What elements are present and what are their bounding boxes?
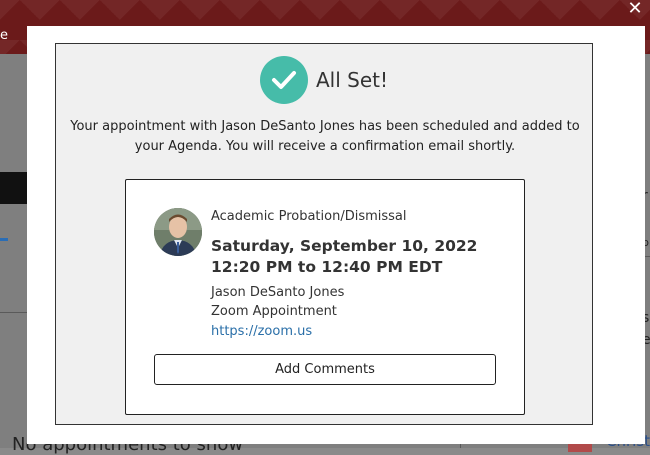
- background-accent-line: [0, 238, 8, 241]
- confirmation-message: Your appointment with Jason DeSanto Jone…: [70, 119, 580, 154]
- zoom-link[interactable]: https://zoom.us: [211, 324, 312, 339]
- title-row: All Set!: [56, 55, 592, 105]
- appointment-date: Saturday, September 10, 2022: [211, 237, 478, 255]
- background-right-divider: [645, 256, 650, 257]
- appointment-location: Zoom Appointment: [211, 304, 337, 319]
- confirmation-modal: All Set! Your appointment with Jason DeS…: [27, 26, 645, 444]
- appointment-card: Academic Probation/Dismissal Saturday, S…: [125, 179, 525, 415]
- background-divider: [0, 312, 30, 313]
- advisor-avatar: [154, 208, 202, 256]
- add-comments-button[interactable]: Add Comments: [154, 354, 496, 385]
- background-dark-strip: [0, 172, 30, 204]
- advisor-name: Jason DeSanto Jones: [211, 285, 345, 300]
- close-icon[interactable]: ✕: [626, 0, 644, 18]
- modal-panel: All Set! Your appointment with Jason DeS…: [55, 43, 593, 425]
- checkmark-circle-icon: [259, 56, 308, 104]
- appointment-time: 12:20 PM to 12:40 PM EDT: [211, 258, 443, 276]
- header-text-fragment: e: [0, 28, 8, 43]
- modal-title: All Set!: [315, 68, 388, 92]
- appointment-type: Academic Probation/Dismissal: [211, 209, 407, 224]
